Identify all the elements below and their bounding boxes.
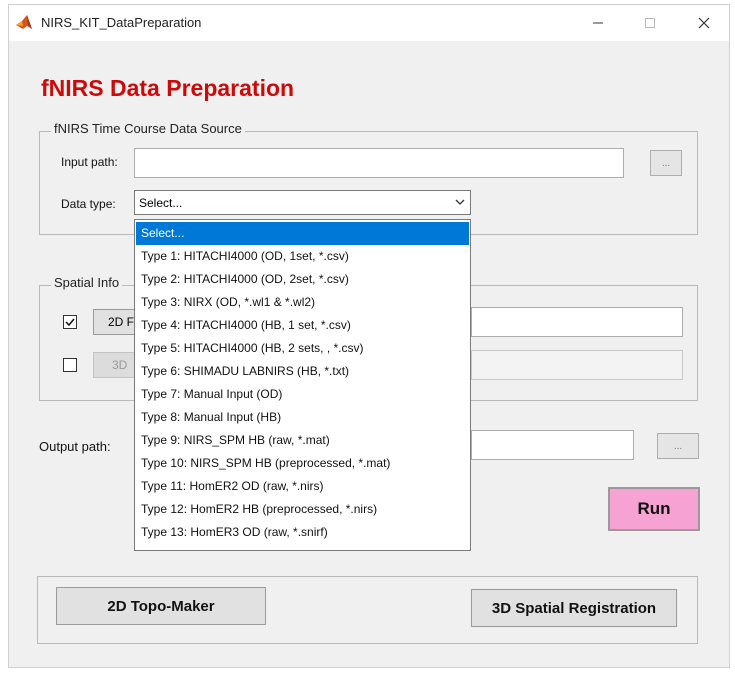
check-icon [65, 318, 75, 327]
checkbox-3d[interactable] [63, 358, 77, 372]
dropdown-option[interactable]: Type 12: HomER2 HB (preprocessed, *.nirs… [136, 498, 469, 521]
dropdown-option[interactable]: Select... [136, 222, 469, 245]
dropdown-option[interactable]: Type 3: NIRX (OD, *.wl1 & *.wl2) [136, 291, 469, 314]
dropdown-option[interactable]: Type 2: HITACHI4000 (OD, 2set, *.csv) [136, 268, 469, 291]
window-title: NIRS_KIT_DataPreparation [41, 15, 202, 30]
dropdown-option[interactable]: Type 7: Manual Input (OD) [136, 383, 469, 406]
dropdown-option[interactable]: Type 11: HomER2 OD (raw, *.nirs) [136, 475, 469, 498]
dropdown-option[interactable]: Type 4: HITACHI4000 (HB, 1 set, *.csv) [136, 314, 469, 337]
output-path-label: Output path: [39, 439, 111, 454]
spatial-info-group-label: Spatial Info [51, 275, 123, 290]
title-bar: NIRS_KIT_DataPreparation [9, 5, 729, 41]
dropdown-option[interactable]: Type 10: NIRS_SPM HB (preprocessed, *.ma… [136, 452, 469, 475]
data-source-group-label: fNIRS Time Course Data Source [51, 121, 245, 136]
minimize-icon [593, 22, 603, 24]
input-path-label: Input path: [61, 155, 118, 169]
maximize-icon [645, 18, 655, 28]
path-3d-field[interactable] [471, 350, 683, 380]
topo-maker-button[interactable]: 2D Topo-Maker [56, 587, 266, 625]
output-path-field[interactable] [471, 430, 634, 460]
input-path-field[interactable] [134, 148, 624, 178]
dropdown-option[interactable]: Type 13: HomER3 OD (raw, *.snirf) [136, 521, 469, 544]
button-3d[interactable]: 3D [93, 352, 137, 378]
minimize-button[interactable] [575, 9, 621, 37]
data-type-select[interactable]: Select... [134, 190, 471, 215]
matlab-icon [16, 15, 32, 29]
input-browse-button[interactable]: ... [650, 150, 682, 176]
data-type-selected-value: Select... [139, 195, 183, 210]
main-window: NIRS_KIT_DataPreparation fNIRS Data Prep… [8, 4, 730, 668]
page-title: fNIRS Data Preparation [41, 75, 295, 101]
data-type-dropdown-list: Select... Type 1: HITACHI4000 (OD, 1set,… [134, 219, 471, 551]
button-2d[interactable]: 2D F [93, 309, 137, 335]
dropdown-option[interactable]: Type 1: HITACHI4000 (OD, 1set, *.csv) [136, 245, 469, 268]
checkbox-2d[interactable] [63, 315, 77, 329]
data-type-label: Data type: [61, 197, 116, 211]
dropdown-option[interactable]: Type 8: Manual Input (HB) [136, 406, 469, 429]
dropdown-option[interactable]: Type 6: SHIMADU LABNIRS (HB, *.txt) [136, 360, 469, 383]
dropdown-option[interactable]: Type 9: NIRS_SPM HB (raw, *.mat) [136, 429, 469, 452]
run-button[interactable]: Run [608, 487, 700, 531]
dropdown-option[interactable]: Type 5: HITACHI4000 (HB, 2 sets, , *.csv… [136, 337, 469, 360]
path-2d-field[interactable] [471, 307, 683, 337]
spatial-registration-button[interactable]: 3D Spatial Registration [471, 589, 677, 627]
chevron-down-icon [455, 199, 465, 205]
maximize-button[interactable] [627, 9, 673, 37]
close-icon [698, 17, 710, 29]
close-button[interactable] [681, 9, 727, 37]
output-browse-button[interactable]: ... [657, 433, 699, 459]
